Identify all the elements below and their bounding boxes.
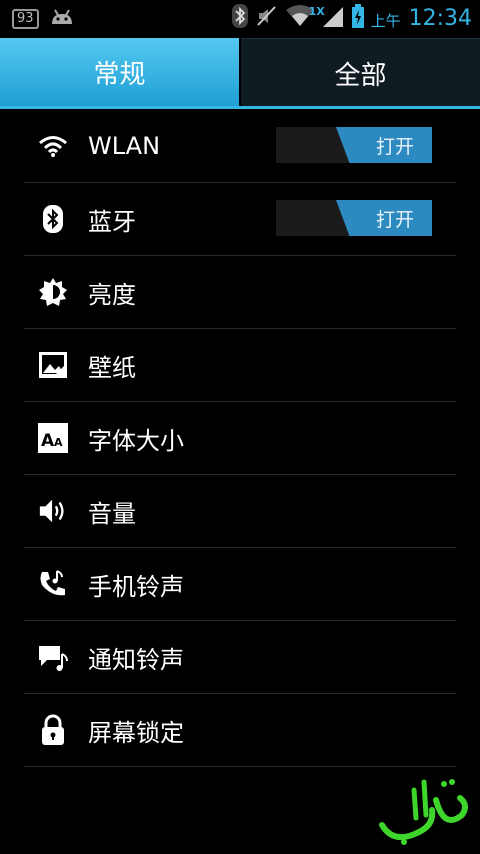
setting-volume[interactable]: 音量: [24, 475, 456, 548]
setting-label: 字体大小: [88, 426, 184, 455]
setting-label: 壁纸: [88, 353, 136, 382]
clock: 12:34: [408, 5, 472, 31]
status-bar: 93 1X 上午 12:34: [0, 0, 480, 38]
tab-indicator-line: [0, 106, 480, 109]
bluetooth-icon: [38, 204, 68, 234]
signal-icon: 1X: [309, 3, 345, 33]
notification-count-badge: 93: [12, 9, 39, 29]
setting-label: 亮度: [88, 280, 136, 309]
toggle-label: 打开: [375, 208, 414, 231]
setting-phone-ringtone[interactable]: 手机铃声: [24, 548, 456, 621]
setting-label: 音量: [88, 499, 136, 528]
tab-general[interactable]: 常规: [0, 38, 239, 106]
svg-text:A: A: [41, 431, 55, 451]
wlan-toggle[interactable]: 打开: [276, 127, 432, 163]
settings-list: WLAN 打开 蓝牙 打开 亮度 壁纸 A A 字体大小 音量 手机铃声 通知铃…: [24, 110, 456, 767]
android-icon: [49, 8, 75, 30]
lock-icon: [38, 714, 68, 745]
setting-wallpaper[interactable]: 壁纸: [24, 329, 456, 402]
notification-ringtone-icon: [38, 642, 68, 672]
network-type-label: 1X: [308, 5, 325, 18]
svg-text:A: A: [54, 436, 63, 449]
setting-brightness[interactable]: 亮度: [24, 256, 456, 329]
setting-wlan[interactable]: WLAN 打开: [24, 110, 456, 183]
tab-bar: 常规 全部: [0, 38, 480, 110]
bluetooth-toggle[interactable]: 打开: [276, 200, 432, 236]
setting-notification-ringtone[interactable]: 通知铃声: [24, 621, 456, 694]
setting-label: 通知铃声: [88, 645, 184, 674]
toggle-label: 打开: [375, 135, 414, 158]
phone-ringtone-icon: [38, 569, 68, 599]
setting-screen-lock[interactable]: 屏幕锁定: [24, 694, 456, 767]
watermark-logo: [374, 770, 474, 850]
bluetooth-status-icon: [231, 3, 249, 33]
muted-icon: [255, 4, 279, 32]
setting-bluetooth[interactable]: 蓝牙 打开: [24, 183, 456, 256]
wallpaper-icon: [38, 350, 68, 380]
volume-icon: [38, 496, 68, 526]
setting-label: 手机铃声: [88, 572, 184, 601]
setting-label: 蓝牙: [88, 207, 136, 236]
ampm-label: 上午: [370, 11, 401, 30]
brightness-icon: [38, 277, 68, 307]
setting-label: WLAN: [88, 132, 161, 160]
font-size-icon: A A: [38, 423, 68, 453]
wifi-icon: [38, 131, 68, 161]
battery-charging-icon: [351, 3, 365, 33]
setting-label: 屏幕锁定: [88, 718, 184, 747]
tab-all[interactable]: 全部: [241, 38, 480, 107]
setting-font-size[interactable]: A A 字体大小: [24, 402, 456, 475]
